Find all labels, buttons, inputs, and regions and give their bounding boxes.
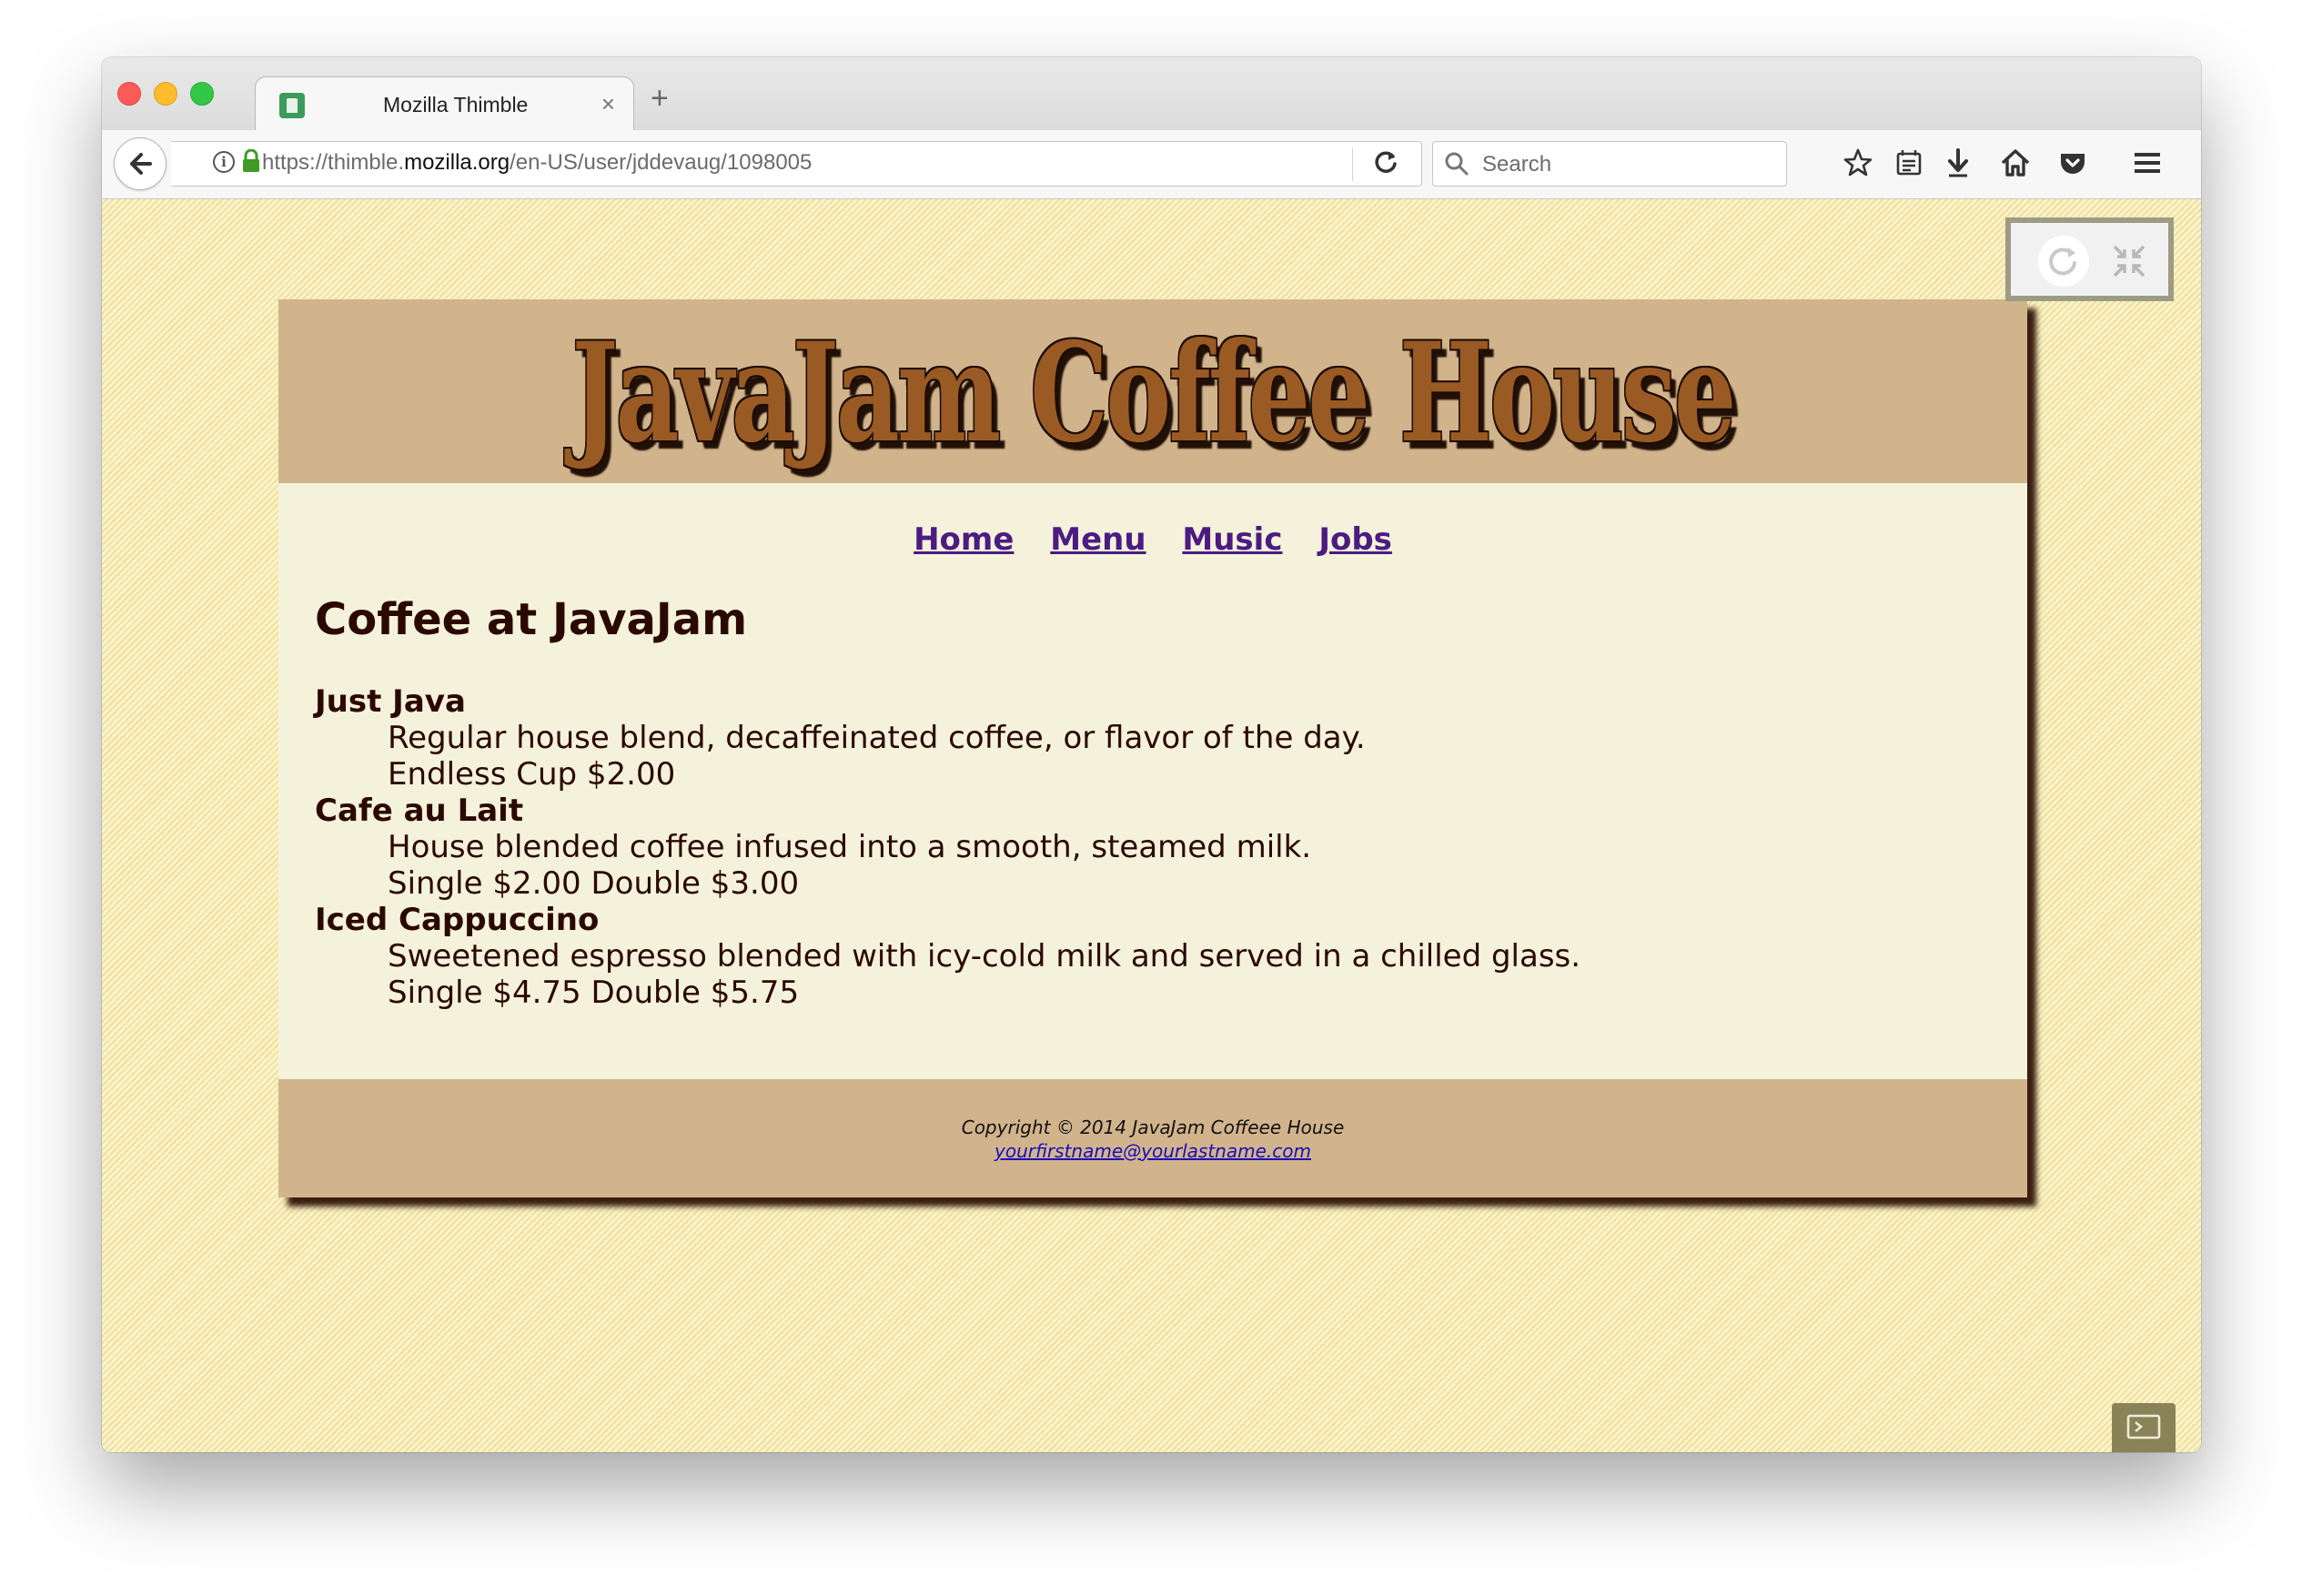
tab-close-icon[interactable]: × [601, 90, 615, 118]
console-toggle-button[interactable] [2112, 1403, 2176, 1452]
main-content: Coffee at JavaJam Just Java Regular hous… [278, 594, 2027, 1011]
nav-link-jobs[interactable]: Jobs [1318, 521, 1392, 558]
menu-item-description: House blended coffee infused into a smoo… [388, 828, 1312, 865]
refresh-icon [2049, 247, 2076, 276]
bookmark-star-icon[interactable] [1842, 146, 1874, 179]
search-icon [1445, 152, 1469, 176]
secure-lock-icon[interactable] [241, 149, 261, 173]
reading-list-icon[interactable] [1893, 146, 1925, 179]
page-heading: Coffee at JavaJam [315, 594, 748, 645]
navigation-toolbar: i https://thimble.mozilla.org/en-US/user… [102, 130, 2201, 199]
site-header: JavaJam Coffee House [278, 299, 2027, 483]
hamburger-menu-icon[interactable] [2131, 146, 2164, 179]
javajam-page: JavaJam Coffee House Home Menu Music Job… [278, 299, 2027, 1197]
search-placeholder: Search [1482, 152, 1552, 177]
footer-email-link[interactable]: yourfirstname@yourlastname.com [995, 1140, 1311, 1162]
url-text[interactable]: https://thimble.mozilla.org/en-US/user/j… [262, 150, 812, 176]
url-prefix: https://thimble. [262, 150, 405, 175]
window-maximize-button[interactable] [190, 82, 214, 106]
site-info-icon[interactable]: i [213, 151, 235, 173]
nav-link-music[interactable]: Music [1182, 521, 1282, 558]
search-bar[interactable]: Search [1432, 141, 1787, 187]
console-icon [2126, 1414, 2161, 1439]
menu-item-price: Endless Cup $2.00 [388, 755, 676, 793]
home-icon[interactable] [1999, 146, 2032, 179]
menu-item-description: Regular house blend, decaffeinated coffe… [388, 719, 1366, 756]
page-viewport: JavaJam Coffee House Home Menu Music Job… [102, 199, 2201, 1452]
menu-item-name: Iced Cappuccino [315, 901, 600, 938]
menu-item-name: Just Java [315, 682, 466, 720]
window-minimize-button[interactable] [154, 82, 177, 106]
preview-controls [2005, 217, 2174, 301]
tab-strip: Mozilla Thimble × + [102, 57, 2201, 134]
menu-item-price: Single $2.00 Double $3.00 [388, 864, 800, 902]
new-tab-button[interactable]: + [651, 83, 669, 114]
site-logo: JavaJam Coffee House [571, 313, 1736, 473]
menu-item-name: Cafe au Lait [315, 792, 524, 829]
collapse-preview-icon[interactable] [2111, 243, 2147, 279]
coffee-menu-list: Just Java Regular house blend, decaffein… [315, 683, 1991, 1011]
tab-mozilla-thimble[interactable]: Mozilla Thimble × [255, 76, 634, 134]
site-footer: Copyright © 2014 JavaJam Coffeee House y… [278, 1079, 2027, 1197]
url-path: /en-US/user/jddevaug/1098005 [510, 150, 813, 175]
browser-window: Mozilla Thimble × + i https://thimble.mo… [102, 57, 2201, 1452]
reload-icon[interactable] [1370, 146, 1401, 177]
nav-link-home[interactable]: Home [914, 521, 1014, 558]
back-button[interactable] [114, 137, 167, 190]
nav-link-menu[interactable]: Menu [1050, 521, 1146, 558]
thimble-favicon-icon [279, 93, 305, 118]
url-domain: mozilla.org [404, 150, 510, 175]
menu-item-description: Sweetened espresso blended with icy-cold… [388, 937, 1581, 975]
tab-title: Mozilla Thimble [383, 93, 529, 116]
url-divider [1352, 148, 1353, 181]
preview-refresh-button[interactable] [2038, 236, 2089, 287]
download-icon[interactable] [1942, 146, 1974, 179]
pocket-icon[interactable] [2056, 146, 2089, 179]
menu-item-price: Single $4.75 Double $5.75 [388, 974, 800, 1011]
footer-copyright: Copyright © 2014 JavaJam Coffeee House [961, 1116, 1345, 1138]
window-close-button[interactable] [117, 82, 141, 106]
back-arrow-icon [130, 153, 152, 175]
site-nav: Home Menu Music Jobs [278, 483, 2027, 558]
